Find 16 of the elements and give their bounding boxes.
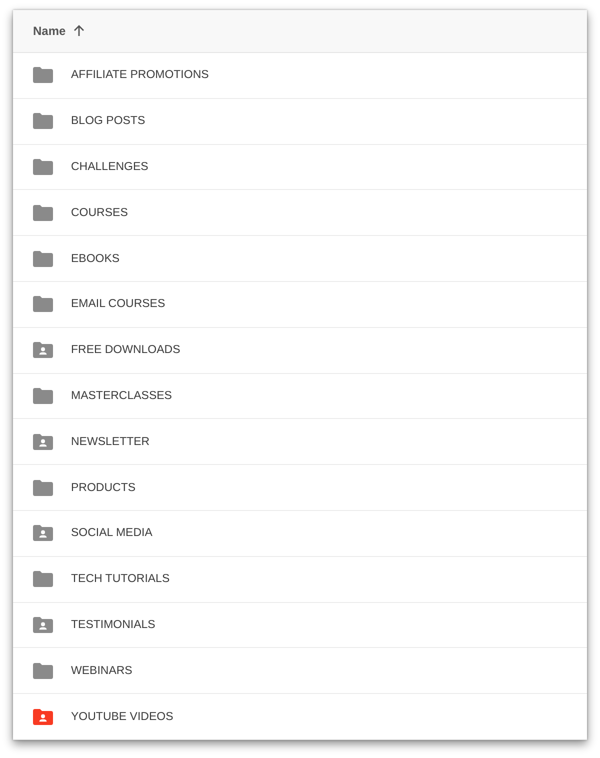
folder-name[interactable]: TECH TUTORIALS <box>71 573 170 586</box>
folder-name[interactable]: EMAIL COURSES <box>71 298 166 310</box>
folder-name[interactable]: PRODUCTS <box>71 482 136 494</box>
folder-name[interactable]: WEBINARS <box>71 664 132 677</box>
folder-name[interactable]: EBOOKS <box>71 252 120 265</box>
folder-name[interactable]: SOCIAL MEDIA <box>71 527 152 540</box>
folder-name[interactable]: AFFILIATE PROMOTIONS <box>71 69 209 82</box>
folder-name[interactable]: COURSES <box>71 206 128 219</box>
folder-name[interactable]: TESTIMONIALS <box>71 618 156 631</box>
folder-name[interactable]: BLOG POSTS <box>71 115 146 128</box>
folder-name[interactable]: CHALLENGES <box>71 160 148 173</box>
folder-name[interactable]: NEWSLETTER <box>71 436 150 448</box>
folder-name[interactable]: YOUTUBE VIDEOS <box>71 710 174 723</box>
folder-name[interactable]: FREE DOWNLOADS <box>71 344 180 356</box>
name-column-header[interactable]: Name <box>33 24 85 38</box>
folder-name[interactable]: MASTERCLASSES <box>71 390 172 402</box>
